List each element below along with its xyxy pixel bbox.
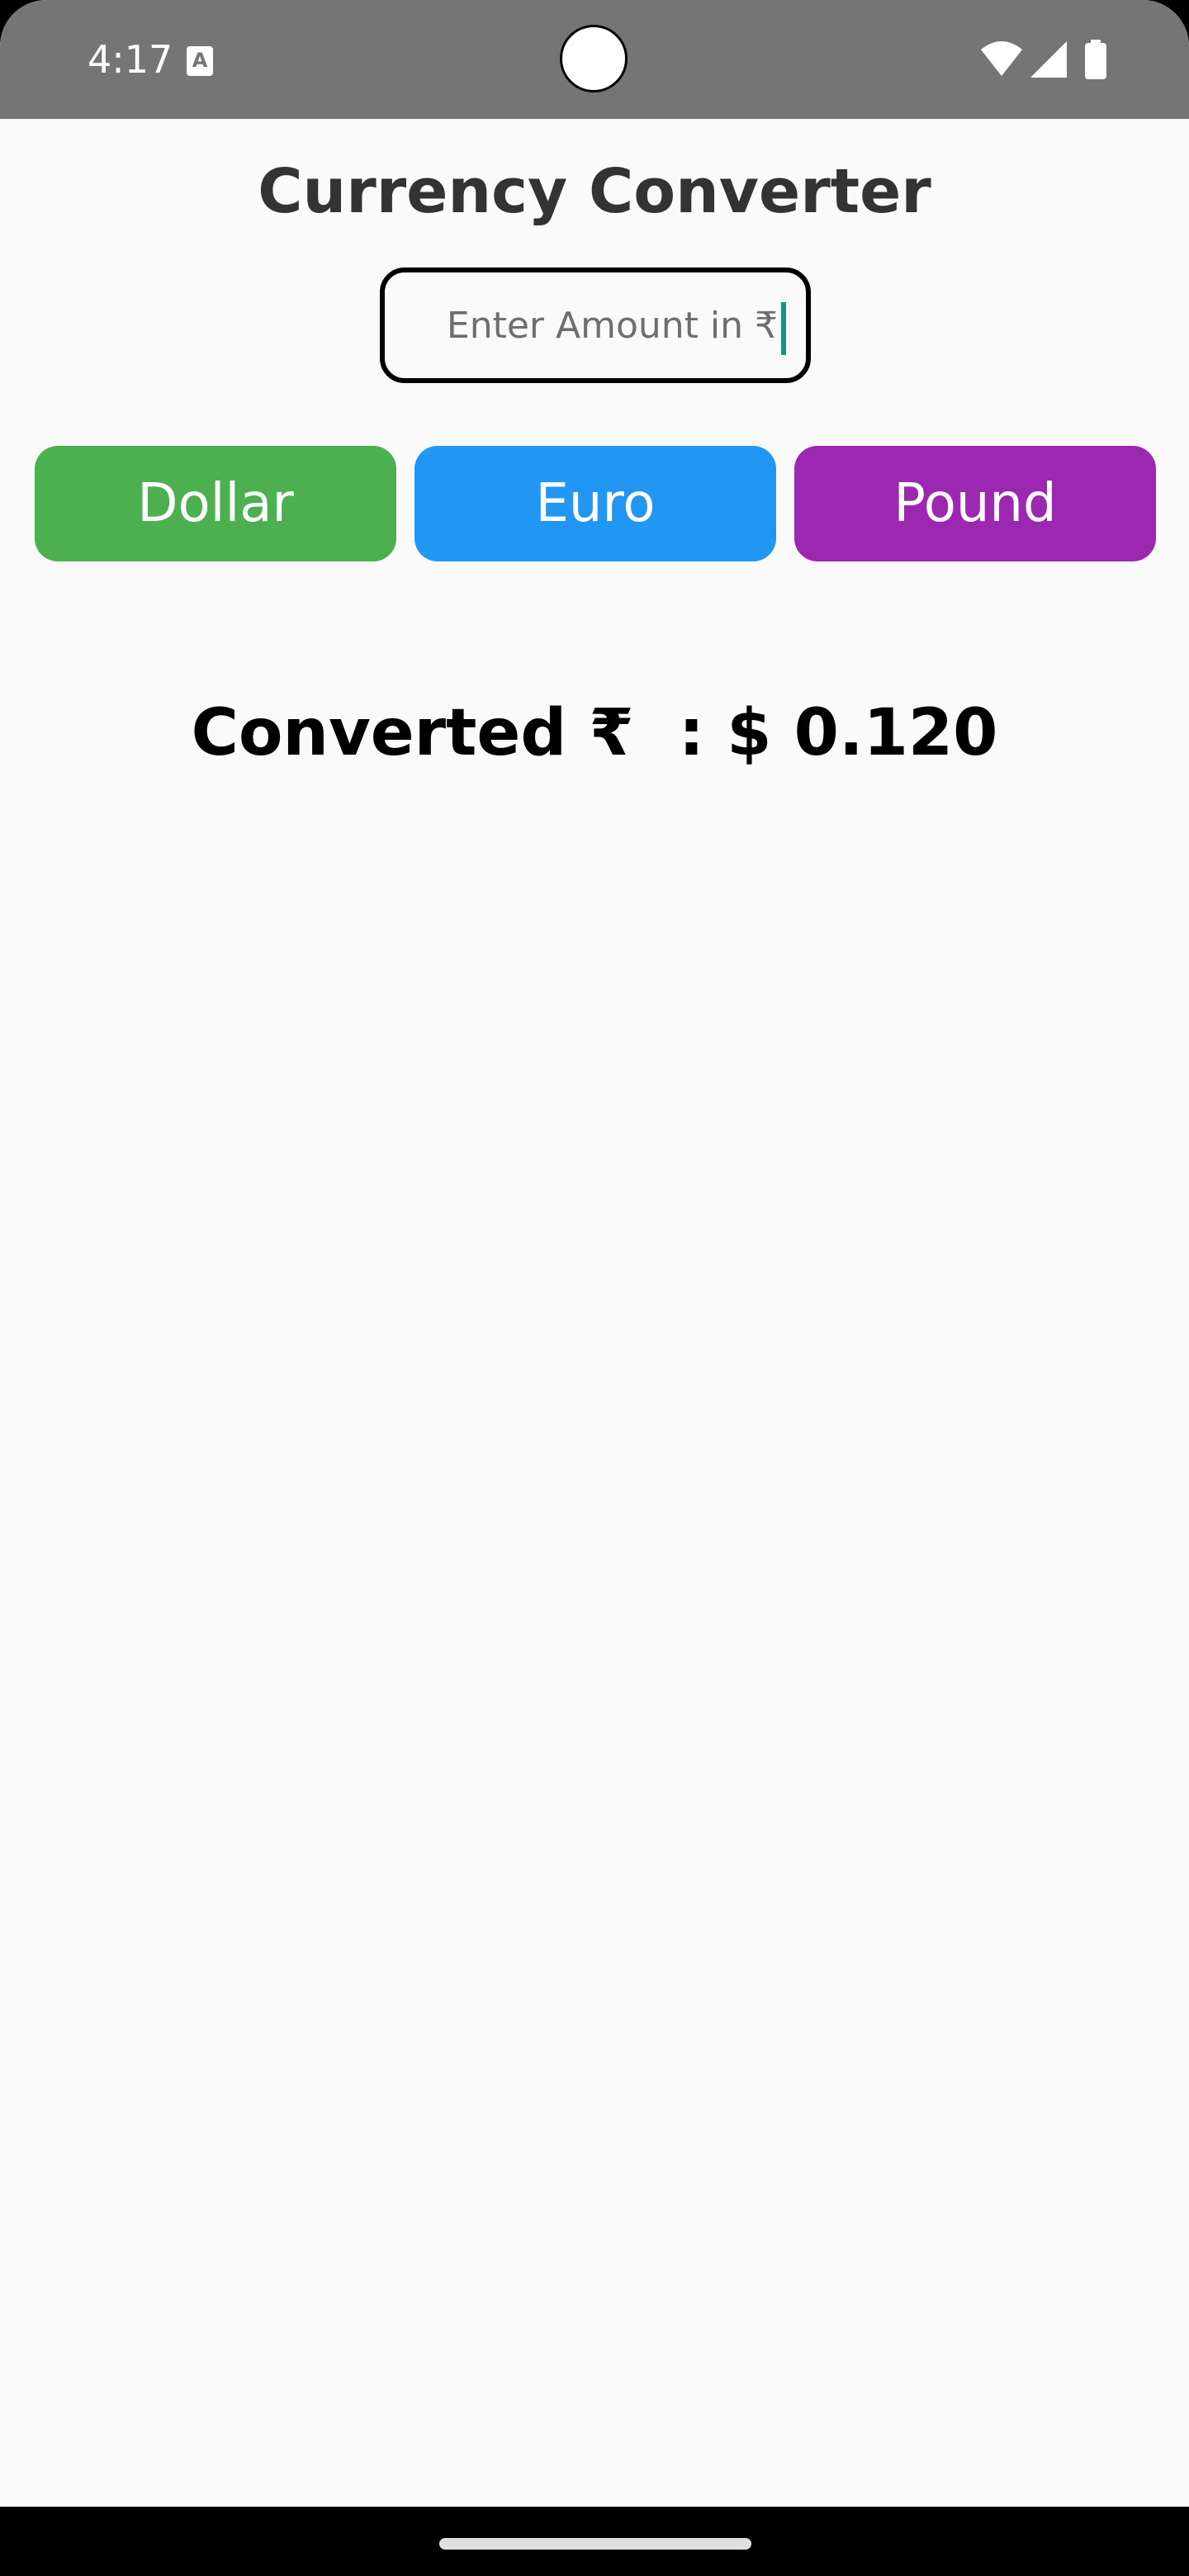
dollar-button[interactable]: Dollar <box>35 446 396 561</box>
app-screen: 4:17 A Currency Converter Dollar Euro Po… <box>0 0 1189 2576</box>
text-cursor <box>781 302 786 355</box>
pound-button[interactable]: Pound <box>794 446 1156 561</box>
wifi-icon <box>981 41 1022 76</box>
home-handle[interactable] <box>439 2538 751 2550</box>
amount-input[interactable] <box>418 289 778 362</box>
text-a-icon: A <box>187 46 213 76</box>
battery-icon <box>1085 40 1106 79</box>
status-bar: 4:17 A <box>0 0 1189 119</box>
cell-signal-icon <box>1030 41 1067 78</box>
page-title: Currency Converter <box>258 156 931 227</box>
notification-letter: A <box>192 49 208 72</box>
converted-result: Converted ₹ : $ 0.120 <box>191 696 998 770</box>
navigation-bar <box>0 2507 1189 2576</box>
amount-field[interactable] <box>380 268 811 383</box>
status-time: 4:17 <box>88 37 173 82</box>
camera-cutout <box>560 25 628 92</box>
euro-button[interactable]: Euro <box>414 446 776 561</box>
